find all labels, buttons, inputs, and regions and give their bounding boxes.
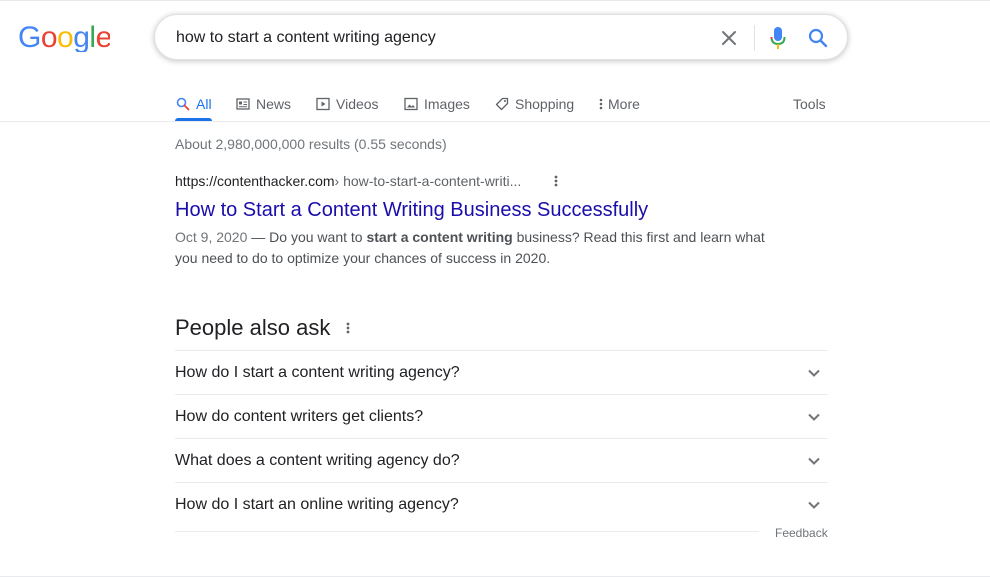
search-icon[interactable] [806,26,830,50]
tab-label: Images [424,96,470,112]
chevron-down-icon [804,495,824,515]
result-path: › how-to-start-a-content-writi... [334,173,522,189]
chevron-down-icon [804,363,824,383]
search-icon [175,96,191,112]
chevron-down-icon [804,451,824,471]
search-tabs: All News Videos Images Shopping More Too… [0,82,990,122]
paa-divider [175,531,759,532]
paa-question[interactable]: How do I start a content writing agency? [175,350,828,394]
chevron-down-icon [804,407,824,427]
result-stats: About 2,980,000,000 results (0.55 second… [175,136,447,152]
tab-videos[interactable]: Videos [315,88,379,120]
newspaper-icon [235,96,251,112]
snippet-highlight: start a content writing [366,229,513,245]
result-date: Oct 9, 2020 [175,229,248,245]
tab-all[interactable]: All [175,88,212,120]
paa-question-text: How do content writers get clients? [175,408,424,425]
top-border [0,0,990,1]
image-icon [403,96,419,112]
search-box[interactable] [154,14,848,60]
tools-button[interactable]: Tools [793,88,826,120]
microphone-icon[interactable] [766,26,790,50]
result-url[interactable]: https://contenthacker.com › how-to-start… [175,173,521,189]
paa-question[interactable]: How do content writers get clients? [175,394,828,438]
tab-images[interactable]: Images [403,88,470,120]
people-also-ask-title: People also ask [175,315,331,340]
search-divider [754,25,755,51]
tab-label: All [196,96,212,112]
close-icon[interactable] [717,26,741,50]
feedback-link[interactable]: Feedback [775,526,828,540]
google-logo[interactable]: Google [18,20,110,56]
tab-shopping[interactable]: Shopping [494,88,574,120]
play-icon [315,96,331,112]
more-vertical-icon [597,96,605,112]
result-title-link[interactable]: How to Start a Content Writing Business … [175,197,648,223]
tab-label: Shopping [515,96,575,112]
tab-more[interactable]: More [597,88,640,120]
svg-text:Google: Google [18,21,110,52]
people-also-ask-list: How do I start a content writing agency?… [175,350,828,526]
tab-news[interactable]: News [235,88,291,120]
result-domain: https://contenthacker.com [175,173,335,189]
tab-label: Videos [336,96,379,112]
paa-question[interactable]: How do I start an online writing agency? [175,482,828,526]
paa-question-text: What does a content writing agency do? [175,452,460,469]
tab-label: News [256,96,292,112]
more-vertical-icon[interactable] [341,318,355,338]
tab-label: More [608,96,640,112]
paa-question[interactable]: What does a content writing agency do? [175,438,828,482]
tag-icon [494,96,510,112]
snippet-text: — Do you want to [247,229,367,245]
paa-question-text: How do I start a content writing agency? [175,364,460,381]
tabs-divider [0,121,990,122]
search-input[interactable] [176,28,696,48]
tab-label: Tools [793,96,826,112]
paa-question-text: How do I start an online writing agency? [175,496,459,513]
result-snippet: Oct 9, 2020 — Do you want to start a con… [175,227,785,269]
more-vertical-icon[interactable] [549,171,563,191]
